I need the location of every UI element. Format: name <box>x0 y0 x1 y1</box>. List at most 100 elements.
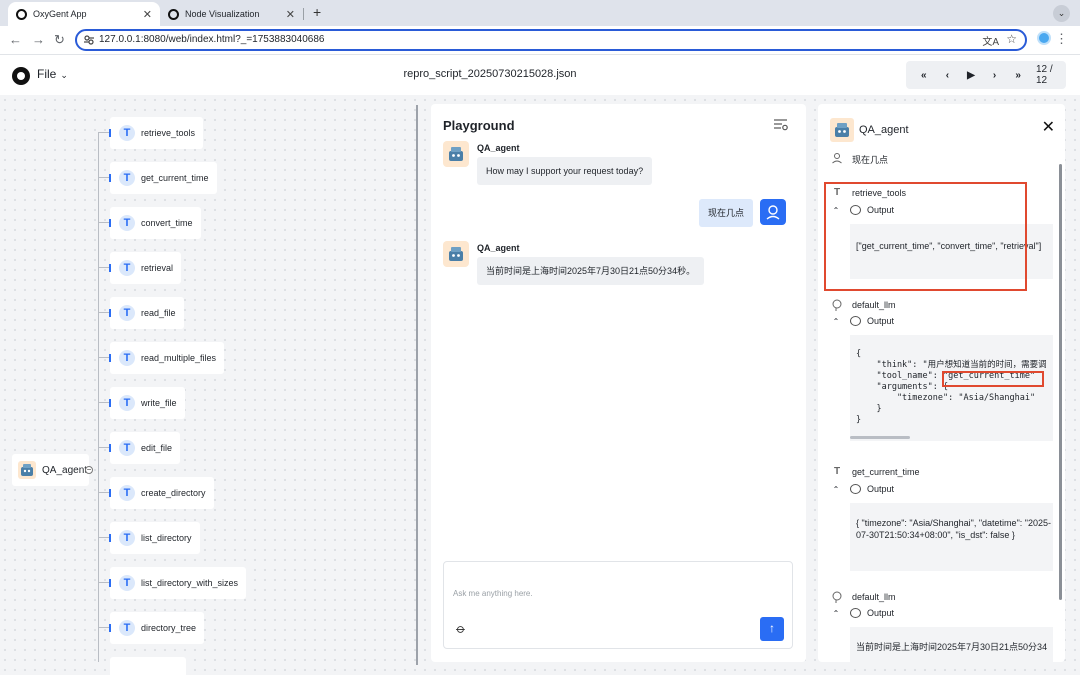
tool-icon: T <box>119 350 135 366</box>
robot-avatar-icon <box>449 147 463 161</box>
agent-tree-canvas[interactable]: QA_agent − Tretrieve_tools Tget_current_… <box>0 95 416 675</box>
tree-child-node-cropped[interactable] <box>110 657 186 675</box>
output-line: "timezone": "Asia/Shanghai" <box>856 393 1036 403</box>
first-step-button[interactable]: « <box>912 70 936 81</box>
tab-search-chevron-icon[interactable]: ⌄ <box>1053 5 1070 22</box>
agent-avatar <box>443 141 469 167</box>
browser-tab-bar: OxyGent App ✕ Node Visualization ✕ + ⌄ <box>0 0 1080 26</box>
output-block[interactable]: { "think": "用户想知道当前的时间，需要调 "tool_name": … <box>850 335 1053 441</box>
next-step-button[interactable]: › <box>983 70 1007 81</box>
browser-tab-oxygent[interactable]: OxyGent App ✕ <box>8 2 160 26</box>
highlight-box <box>824 182 1027 291</box>
user-message: 现在几点 <box>699 199 754 227</box>
tree-child-node[interactable]: Twrite_file <box>98 387 185 419</box>
output-label: Output <box>867 608 895 618</box>
url-text: 127.0.0.1:8080/web/index.html?_=17538830… <box>99 34 325 45</box>
llm-brain-icon <box>832 591 842 603</box>
tree-child-node[interactable]: Tread_multiple_files <box>98 342 225 374</box>
tool-icon: T <box>119 125 135 141</box>
document-title: repro_script_20250730215028.json <box>403 68 577 80</box>
output-toggle[interactable]: ⌃ Output <box>832 608 894 618</box>
chat-input-box: ⌀ ↑ <box>443 561 793 649</box>
user-icon <box>766 205 780 220</box>
output-text: 当前时间是上海时间2025年7月30日21点50分34 <box>856 642 1048 652</box>
tree-root-label: QA_agent <box>42 464 88 476</box>
tree-child-node[interactable]: Tlist_directory <box>98 522 200 554</box>
extension-icon[interactable] <box>1037 31 1051 45</box>
output-line: "think": "用户想知道当前的时间，需要调 <box>856 360 1047 370</box>
close-icon[interactable]: ✕ <box>143 8 152 21</box>
browser-menu-icon[interactable]: ⋮ <box>1055 31 1068 47</box>
message-sender: QA_agent <box>477 143 520 153</box>
last-step-button[interactable]: » <box>1006 70 1030 81</box>
back-arrow-icon[interactable]: ← <box>9 32 22 47</box>
tool-icon: T <box>119 170 135 186</box>
tree-child-node[interactable]: Tconvert_time <box>98 207 201 239</box>
bookmark-star-icon[interactable]: ☆ <box>1006 32 1017 46</box>
horizontal-scrollbar[interactable] <box>850 436 910 439</box>
tool-icon: T <box>119 620 135 636</box>
vertical-scrollbar[interactable] <box>1059 164 1062 600</box>
step-counter: 12 / 12 <box>1035 64 1053 86</box>
output-line: } <box>856 404 882 414</box>
play-button[interactable]: ▶ <box>959 70 983 81</box>
site-info-icon[interactable] <box>83 34 95 46</box>
panel-resize-handle[interactable] <box>416 105 418 665</box>
close-icon[interactable]: ✕ <box>1042 117 1055 137</box>
tool-icon: T <box>119 395 135 411</box>
playground-panel: Playground QA_agent How may I support yo… <box>431 104 806 662</box>
tree-child-label: convert_time <box>141 218 193 228</box>
output-line: { <box>856 349 862 359</box>
browser-toolbar: ← → ↻ 127.0.0.1:8080/web/index.html?_=17… <box>0 26 1080 55</box>
reload-icon[interactable]: ↻ <box>54 32 65 48</box>
llm-brain-icon <box>832 299 842 311</box>
workspace: QA_agent − Tretrieve_tools Tget_current_… <box>0 95 1080 675</box>
browser-tab-node-visualization[interactable]: Node Visualization ✕ <box>160 2 303 26</box>
collapse-toggle-button[interactable]: − <box>85 466 93 474</box>
tree-child-label: directory_tree <box>141 623 197 633</box>
forward-arrow-icon[interactable]: → <box>32 32 45 47</box>
chevron-up-icon: ⌃ <box>832 484 840 494</box>
tool-icon: T <box>833 466 841 477</box>
robot-avatar-icon <box>835 123 849 137</box>
close-icon[interactable]: ✕ <box>286 8 295 21</box>
tree-child-node[interactable]: Tget_current_time <box>98 162 217 194</box>
tree-child-label: read_file <box>141 308 176 318</box>
new-tab-button[interactable]: + <box>313 4 321 20</box>
tree-child-node[interactable]: Tretrieve_tools <box>98 117 204 149</box>
translate-icon[interactable]: 文A <box>982 33 999 48</box>
tool-icon: T <box>119 485 135 501</box>
tree-child-node[interactable]: Tdirectory_tree <box>98 612 205 644</box>
tab-title: Node Visualization <box>185 9 260 19</box>
node-detail-panel: QA_agent ✕ 现在几点 T retrieve_tools ⌃ Outpu… <box>818 104 1065 662</box>
agent-avatar <box>443 241 469 267</box>
settings-icon[interactable] <box>774 119 788 131</box>
tree-child-node[interactable]: Tcreate_directory <box>98 477 214 509</box>
agent-message: 当前时间是上海时间2025年7月30日21点50分34秒。 <box>477 257 705 285</box>
output-toggle[interactable]: ⌃ Output <box>832 316 894 326</box>
output-toggle[interactable]: ⌃ Output <box>832 484 894 494</box>
tree-root-node[interactable]: QA_agent <box>12 454 89 486</box>
output-label: Output <box>867 484 895 494</box>
address-bar[interactable]: 127.0.0.1:8080/web/index.html?_=17538830… <box>75 29 1027 51</box>
tool-icon: T <box>119 215 135 231</box>
speech-bubble-icon <box>850 316 861 326</box>
send-button[interactable]: ↑ <box>760 617 784 641</box>
tool-icon: T <box>119 305 135 321</box>
tree-child-node[interactable]: Tread_file <box>98 297 184 329</box>
output-block: { "timezone": "Asia/Shanghai", "datetime… <box>850 503 1053 571</box>
tree-child-node[interactable]: Tretrieval <box>98 252 182 284</box>
oxygent-favicon-icon <box>168 8 179 20</box>
chevron-up-icon: ⌃ <box>832 316 840 326</box>
user-icon <box>832 153 842 164</box>
playground-title: Playground <box>443 118 515 133</box>
agent-avatar <box>830 118 854 142</box>
previous-step-button[interactable]: ‹ <box>936 70 960 81</box>
tool-icon: T <box>119 530 135 546</box>
chat-input[interactable] <box>453 589 753 598</box>
user-avatar <box>760 199 786 225</box>
paperclip-icon[interactable]: ⌀ <box>452 621 469 638</box>
tree-child-node[interactable]: Tedit_file <box>98 432 181 464</box>
playback-controls: « ‹ ▶ › » 12 / 12 <box>906 61 1066 89</box>
tree-child-node[interactable]: Tlist_directory_with_sizes <box>98 567 247 599</box>
